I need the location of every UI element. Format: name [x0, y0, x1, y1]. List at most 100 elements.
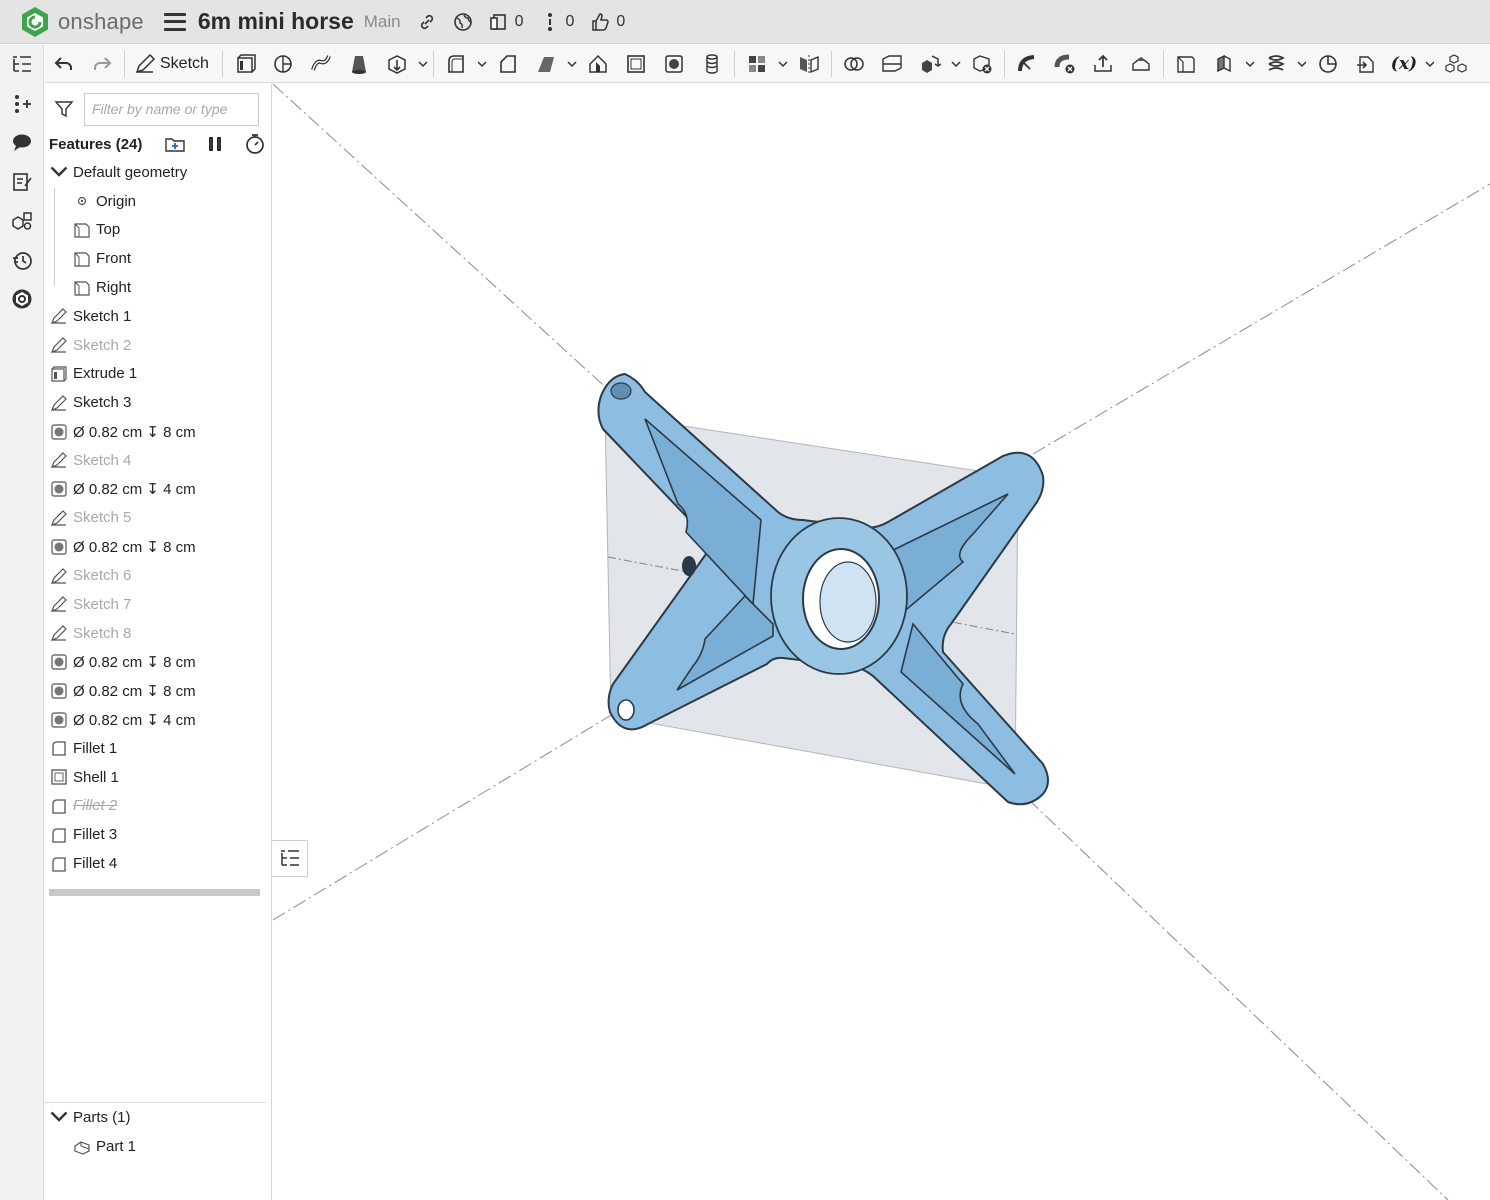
feature-item[interactable]: Ø 0.82 cm ↧ 8 cm: [44, 417, 272, 446]
chevron-down-icon[interactable]: [49, 1107, 69, 1127]
plane-button[interactable]: [1167, 46, 1205, 82]
derived-button[interactable]: [1347, 46, 1385, 82]
feature-item[interactable]: Ø 0.82 cm ↧ 8 cm: [44, 648, 272, 677]
sketch-icon: [49, 393, 69, 413]
revolve-button[interactable]: [264, 46, 302, 82]
history-icon[interactable]: [0, 240, 44, 279]
draft-button[interactable]: [527, 46, 565, 82]
default-geometry-item[interactable]: Origin: [44, 187, 272, 216]
branches-info-icon[interactable]: 0: [540, 12, 574, 32]
hole-button[interactable]: [655, 46, 693, 82]
filter-icon[interactable]: [44, 99, 84, 119]
rib-button[interactable]: [579, 46, 617, 82]
delete-part-button[interactable]: [963, 46, 1001, 82]
mirror-button[interactable]: [790, 46, 828, 82]
feature-item[interactable]: Fillet 2: [44, 792, 272, 821]
shell-button[interactable]: [617, 46, 655, 82]
loft-button[interactable]: [340, 46, 378, 82]
move-face-button[interactable]: [1084, 46, 1122, 82]
link-icon[interactable]: [417, 12, 437, 32]
timer-icon[interactable]: [244, 133, 266, 155]
helix-button[interactable]: [1257, 46, 1295, 82]
transform-button[interactable]: [911, 46, 949, 82]
graphics-viewport[interactable]: [273, 84, 1490, 1200]
transform-dropdown-icon[interactable]: [949, 46, 963, 82]
feature-item[interactable]: Sketch 2: [44, 331, 272, 360]
feature-filter-input[interactable]: [84, 92, 259, 126]
pause-icon[interactable]: [204, 133, 226, 155]
pattern-button[interactable]: [738, 46, 776, 82]
feature-item[interactable]: Ø 0.82 cm ↧ 8 cm: [44, 676, 272, 705]
feature-list-icon[interactable]: [0, 45, 44, 84]
variables-button[interactable]: (x): [1385, 46, 1423, 82]
versions-icon[interactable]: 0: [489, 12, 524, 32]
default-geometry-item[interactable]: Front: [44, 244, 272, 273]
draft-dropdown-icon[interactable]: [565, 46, 579, 82]
feature-item[interactable]: Sketch 6: [44, 561, 272, 590]
pattern-dropdown-icon[interactable]: [776, 46, 790, 82]
sweep-button[interactable]: [302, 46, 340, 82]
feature-item[interactable]: Sketch 3: [44, 388, 272, 417]
undo-button[interactable]: [45, 46, 83, 82]
rollback-bar[interactable]: [49, 889, 260, 896]
document-menu-icon[interactable]: [163, 12, 186, 31]
feature-item[interactable]: Fillet 4: [44, 849, 272, 878]
default-geometry-item[interactable]: Top: [44, 216, 272, 245]
modify-fillet-button[interactable]: [1008, 46, 1046, 82]
add-folder-icon[interactable]: [164, 133, 186, 155]
thicken-dropdown-icon[interactable]: [416, 46, 430, 82]
feature-item[interactable]: Shell 1: [44, 763, 272, 792]
custom-features-button[interactable]: [1437, 46, 1475, 82]
feature-list-toggle-button[interactable]: [272, 840, 308, 877]
extrude-button[interactable]: [226, 46, 264, 82]
modify-fillet-icon: [1017, 54, 1035, 71]
replace-face-button[interactable]: [1122, 46, 1160, 82]
feature-item[interactable]: Fillet 3: [44, 820, 272, 849]
notes-icon[interactable]: [0, 162, 44, 201]
feature-item[interactable]: Ø 0.82 cm ↧ 4 cm: [44, 475, 272, 504]
feature-item[interactable]: Ø 0.82 cm ↧ 8 cm: [44, 532, 272, 561]
public-globe-icon[interactable]: [453, 12, 473, 32]
document-title[interactable]: 6m mini horse: [198, 8, 354, 35]
feature-item[interactable]: Sketch 7: [44, 590, 272, 619]
feature-item[interactable]: Extrude 1: [44, 360, 272, 389]
variables-dropdown-icon[interactable]: [1423, 46, 1437, 82]
fillet-button[interactable]: [437, 46, 475, 82]
helix-dropdown-icon[interactable]: [1295, 46, 1309, 82]
hole-icon: [49, 537, 69, 557]
split-button[interactable]: [873, 46, 911, 82]
sketch-button[interactable]: Sketch: [128, 46, 219, 82]
feature-item-label: Sketch 3: [73, 394, 132, 412]
delete-face-button[interactable]: [1046, 46, 1084, 82]
mate-connector-button[interactable]: [1205, 46, 1243, 82]
parts-group[interactable]: Parts (1): [44, 1103, 272, 1132]
default-geometry-group[interactable]: Default geometry: [44, 158, 272, 187]
configurations-icon[interactable]: [0, 201, 44, 240]
model-view[interactable]: [273, 84, 1490, 1200]
default-geometry-item[interactable]: Right: [44, 273, 272, 302]
feature-item[interactable]: Fillet 1: [44, 734, 272, 763]
chamfer-button[interactable]: [489, 46, 527, 82]
thread-button[interactable]: [693, 46, 731, 82]
feature-item[interactable]: Sketch 5: [44, 504, 272, 533]
like-icon[interactable]: 0: [590, 12, 625, 32]
sheet-metal-dropdown-icon[interactable]: [1243, 46, 1257, 82]
feature-item[interactable]: Ø 0.82 cm ↧ 4 cm: [44, 705, 272, 734]
default-geometry-item-label: Right: [96, 279, 132, 297]
thicken-button[interactable]: [378, 46, 416, 82]
onshape-logo[interactable]: onshape: [20, 6, 144, 38]
insert-part-icon[interactable]: [0, 84, 44, 123]
feature-item[interactable]: Sketch 8: [44, 619, 272, 648]
comments-icon[interactable]: [0, 123, 44, 162]
boolean-button[interactable]: [835, 46, 873, 82]
part-item[interactable]: Part 1: [44, 1132, 272, 1161]
app-store-icon[interactable]: [0, 279, 44, 318]
redo-button[interactable]: [83, 46, 121, 82]
branch-name[interactable]: Main: [364, 12, 401, 32]
fillet-dropdown-icon[interactable]: [475, 46, 489, 82]
chevron-down-icon[interactable]: [49, 162, 69, 182]
feature-item[interactable]: Sketch 4: [44, 446, 272, 475]
pencil-icon: [135, 53, 156, 73]
surface-button[interactable]: [1309, 46, 1347, 82]
feature-item[interactable]: Sketch 1: [44, 302, 272, 331]
